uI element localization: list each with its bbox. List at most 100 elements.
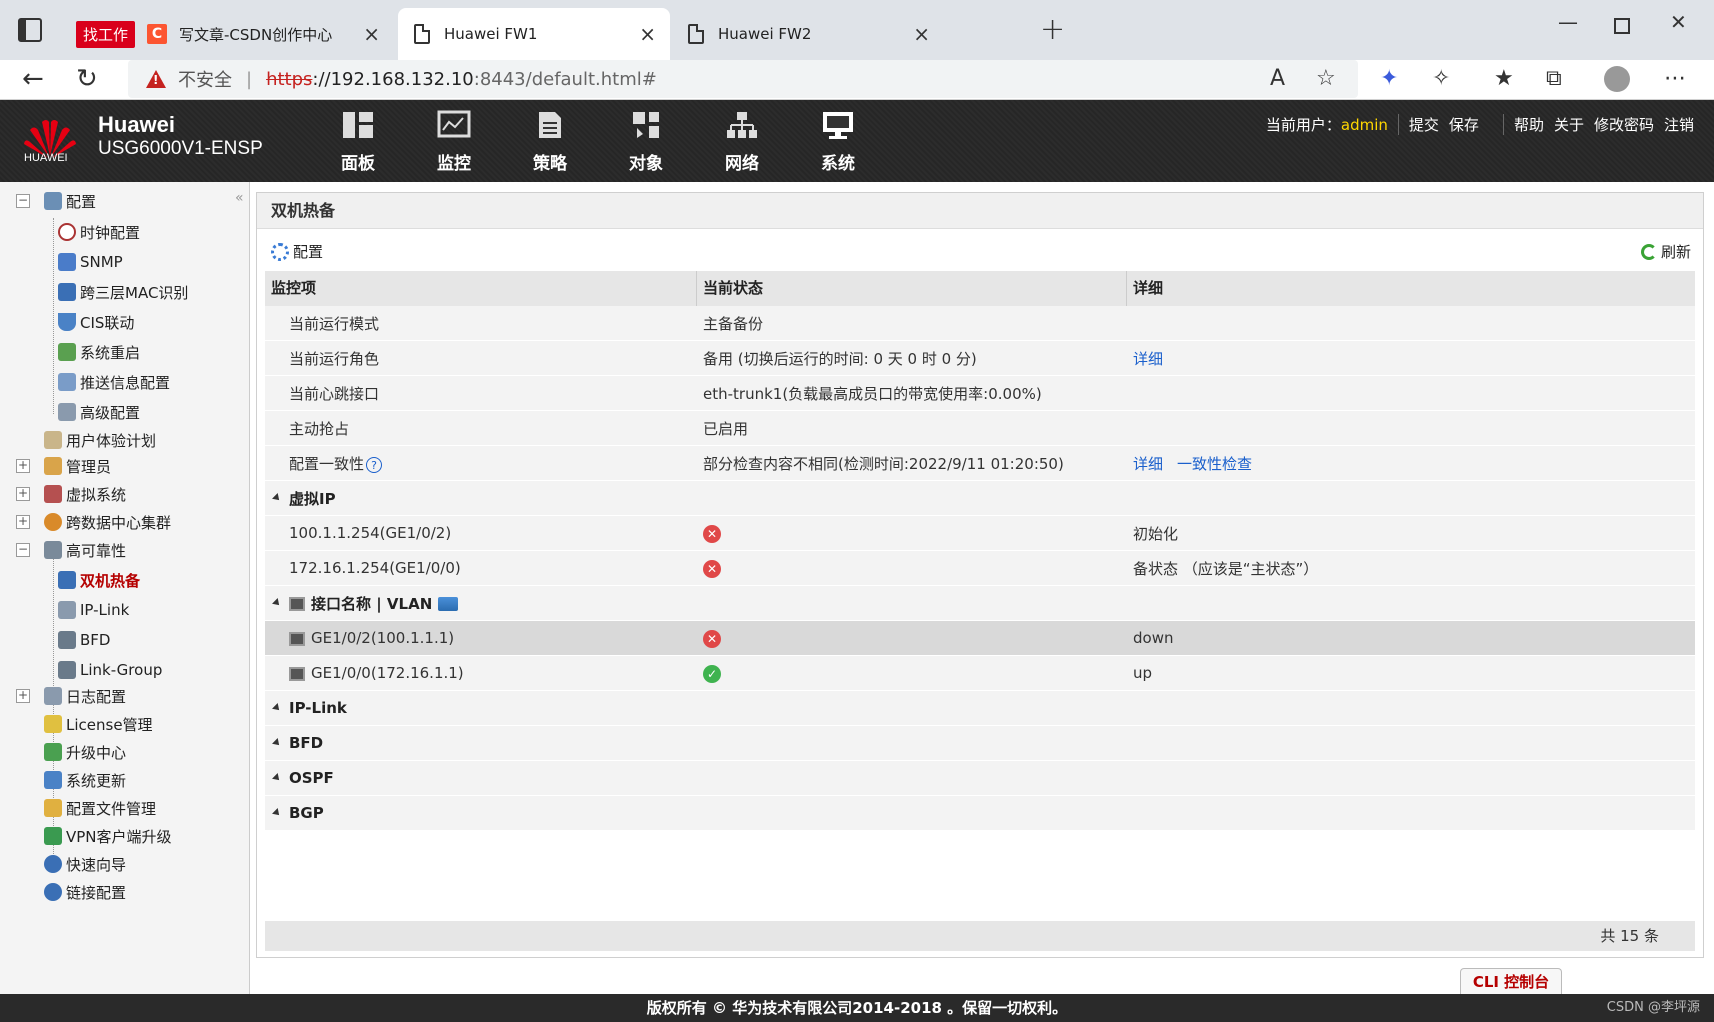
detail-link[interactable]: 详细 bbox=[1133, 350, 1163, 368]
read-aloud-icon[interactable]: A bbox=[1270, 66, 1285, 91]
detail-link[interactable]: 详细 bbox=[1133, 455, 1163, 473]
tab-actions-icon[interactable] bbox=[18, 18, 42, 42]
refresh-button[interactable]: 刷新 bbox=[1640, 241, 1691, 262]
profile-avatar[interactable] bbox=[1604, 66, 1630, 92]
url-field[interactable]: 不安全 | https://192.168.132.10:8443/defaul… bbox=[128, 60, 1358, 98]
sidebar-item-cfgfile[interactable]: 配置文件管理 bbox=[44, 796, 156, 820]
sidebar-item-bfd[interactable]: BFD bbox=[58, 628, 110, 652]
expand-icon[interactable]: + bbox=[16, 459, 30, 473]
column-header[interactable]: 当前状态 bbox=[697, 271, 1127, 306]
sidebar-item-push[interactable]: 推送信息配置 bbox=[58, 370, 170, 394]
cli-console-button[interactable]: CLI 控制台 bbox=[1460, 968, 1562, 994]
error-status-icon: ✕ bbox=[703, 524, 721, 543]
tab-fw1[interactable]: Huawei FW1 × bbox=[398, 8, 670, 60]
consistency-check-link[interactable]: 一致性检查 bbox=[1177, 455, 1252, 473]
back-icon[interactable]: ← bbox=[22, 64, 44, 94]
favorite-add-icon[interactable]: ☆ bbox=[1316, 66, 1336, 91]
nav-object[interactable]: 对象 bbox=[598, 110, 694, 174]
dashboard-icon bbox=[343, 112, 373, 138]
sidebar-item-ux[interactable]: 用户体验计划 bbox=[44, 428, 156, 452]
warning-icon[interactable] bbox=[146, 70, 166, 88]
about-link[interactable]: 关于 bbox=[1554, 114, 1584, 135]
submit-link[interactable]: 提交 bbox=[1397, 114, 1439, 135]
sidebar-item-linkgroup[interactable]: Link-Group bbox=[58, 658, 162, 682]
url-host: ://192.168.132.10 bbox=[312, 68, 474, 90]
sidebar-item-ha[interactable]: − 高可靠性 bbox=[0, 538, 126, 562]
column-header[interactable]: 详细 bbox=[1127, 271, 1695, 306]
sidebar-item-admin[interactable]: + 管理员 bbox=[0, 454, 111, 478]
expand-icon[interactable]: + bbox=[16, 515, 30, 529]
config-button[interactable]: 配置 bbox=[271, 241, 323, 262]
sidebar-item-mac[interactable]: 跨三层MAC识别 bbox=[58, 280, 188, 304]
nav-label: 网络 bbox=[725, 154, 759, 174]
job-badge[interactable]: 找工作 bbox=[76, 20, 136, 48]
group-row-vip[interactable]: 虚拟IP bbox=[265, 481, 1695, 516]
group-row-bfd[interactable]: BFD bbox=[265, 726, 1695, 761]
sidebar-item-clock[interactable]: 时钟配置 bbox=[58, 220, 140, 244]
nav-policy[interactable]: 策略 bbox=[502, 110, 598, 174]
collections-icon[interactable]: ⧉ bbox=[1546, 66, 1562, 91]
close-icon[interactable]: × bbox=[363, 22, 380, 46]
reload-icon[interactable]: ↻ bbox=[76, 64, 98, 94]
collapse-icon[interactable]: − bbox=[16, 543, 30, 557]
help-link[interactable]: 帮助 bbox=[1502, 114, 1544, 135]
tab-fw2[interactable]: Huawei FW2 × bbox=[672, 8, 944, 60]
close-icon[interactable]: × bbox=[913, 22, 930, 46]
group-row-interface[interactable]: 接口名称 | VLAN bbox=[265, 586, 1695, 621]
nav-monitor[interactable]: 监控 bbox=[406, 110, 502, 174]
sidebar-item-log[interactable]: + 日志配置 bbox=[0, 684, 126, 708]
nav-network[interactable]: 网络 bbox=[694, 110, 790, 174]
sidebar-item-vpn[interactable]: VPN客户端升级 bbox=[44, 824, 172, 848]
minimize-icon[interactable]: — bbox=[1558, 10, 1578, 34]
nav-system[interactable]: 系统 bbox=[790, 110, 886, 174]
sidebar-item-cis[interactable]: CIS联动 bbox=[58, 310, 134, 334]
save-link[interactable]: 保存 bbox=[1449, 114, 1479, 135]
change-password-link[interactable]: 修改密码 bbox=[1594, 114, 1654, 135]
user-bar: 当前用户：admin 提交 保存 帮助 关于 修改密码 注销 bbox=[1266, 114, 1694, 135]
nav-dashboard[interactable]: 面板 bbox=[310, 110, 406, 174]
sidebar-item-vsys[interactable]: + 虚拟系统 bbox=[0, 482, 126, 506]
group-row-ospf[interactable]: OSPF bbox=[265, 761, 1695, 796]
admin-icon bbox=[44, 457, 62, 475]
sidebar-item-config[interactable]: − 配置 bbox=[0, 189, 96, 213]
sidebar-item-wizard[interactable]: 快速向导 bbox=[44, 852, 126, 876]
sidebar-item-upgrade[interactable]: 升级中心 bbox=[44, 740, 126, 764]
sidebar-item-hot-standby[interactable]: 双机热备 bbox=[58, 568, 140, 592]
extensions-icon[interactable]: ✧ bbox=[1432, 66, 1450, 91]
reboot-icon bbox=[58, 343, 76, 361]
tab-title: Huawei FW1 bbox=[444, 25, 538, 43]
column-header[interactable]: 监控项 bbox=[265, 271, 697, 306]
monitor-icon bbox=[437, 110, 471, 138]
sidebar-item-advanced[interactable]: 高级配置 bbox=[58, 400, 140, 424]
sidebar-item-license[interactable]: License管理 bbox=[44, 712, 153, 736]
collapse-icon[interactable]: − bbox=[16, 194, 30, 208]
nav-label: 面板 bbox=[341, 154, 375, 174]
table-row: 主动抢占 已启用 bbox=[265, 411, 1695, 446]
sidebar-item-link[interactable]: 链接配置 bbox=[44, 880, 126, 904]
maximize-icon[interactable] bbox=[1614, 18, 1630, 34]
more-icon[interactable]: ⋯ bbox=[1664, 66, 1686, 91]
insecure-label[interactable]: 不安全 bbox=[178, 66, 232, 92]
sidebar-item-sysupdate[interactable]: 系统更新 bbox=[44, 768, 126, 792]
expand-icon[interactable]: + bbox=[16, 487, 30, 501]
mac-icon bbox=[58, 283, 76, 301]
extension-icon[interactable]: ✦ bbox=[1380, 66, 1398, 91]
help-icon[interactable]: ? bbox=[366, 457, 383, 473]
sidebar-item-iplink[interactable]: IP-Link bbox=[58, 598, 129, 622]
port-icon bbox=[289, 666, 305, 681]
new-tab-icon[interactable]: + bbox=[1040, 12, 1065, 47]
close-icon[interactable]: × bbox=[639, 22, 656, 46]
logout-link[interactable]: 注销 bbox=[1664, 114, 1694, 135]
sidebar-item-snmp[interactable]: SNMP bbox=[58, 250, 123, 274]
sidebar-item-reboot[interactable]: 系统重启 bbox=[58, 340, 140, 364]
expand-icon[interactable]: + bbox=[16, 689, 30, 703]
collapse-sidebar-icon[interactable]: « bbox=[235, 190, 244, 206]
tab-csdn[interactable]: 找工作 C 写文章-CSDN创作中心 × bbox=[60, 8, 394, 60]
group-row-bgp[interactable]: BGP bbox=[265, 796, 1695, 831]
error-status-icon: ✕ bbox=[703, 559, 721, 578]
nav-label: 监控 bbox=[437, 154, 471, 174]
sidebar-item-cluster[interactable]: + 跨数据中心集群 bbox=[0, 510, 171, 534]
window-close-icon[interactable]: ✕ bbox=[1670, 10, 1687, 34]
favorites-icon[interactable]: ★ bbox=[1494, 66, 1514, 91]
group-row-iplink[interactable]: IP-Link bbox=[265, 691, 1695, 726]
